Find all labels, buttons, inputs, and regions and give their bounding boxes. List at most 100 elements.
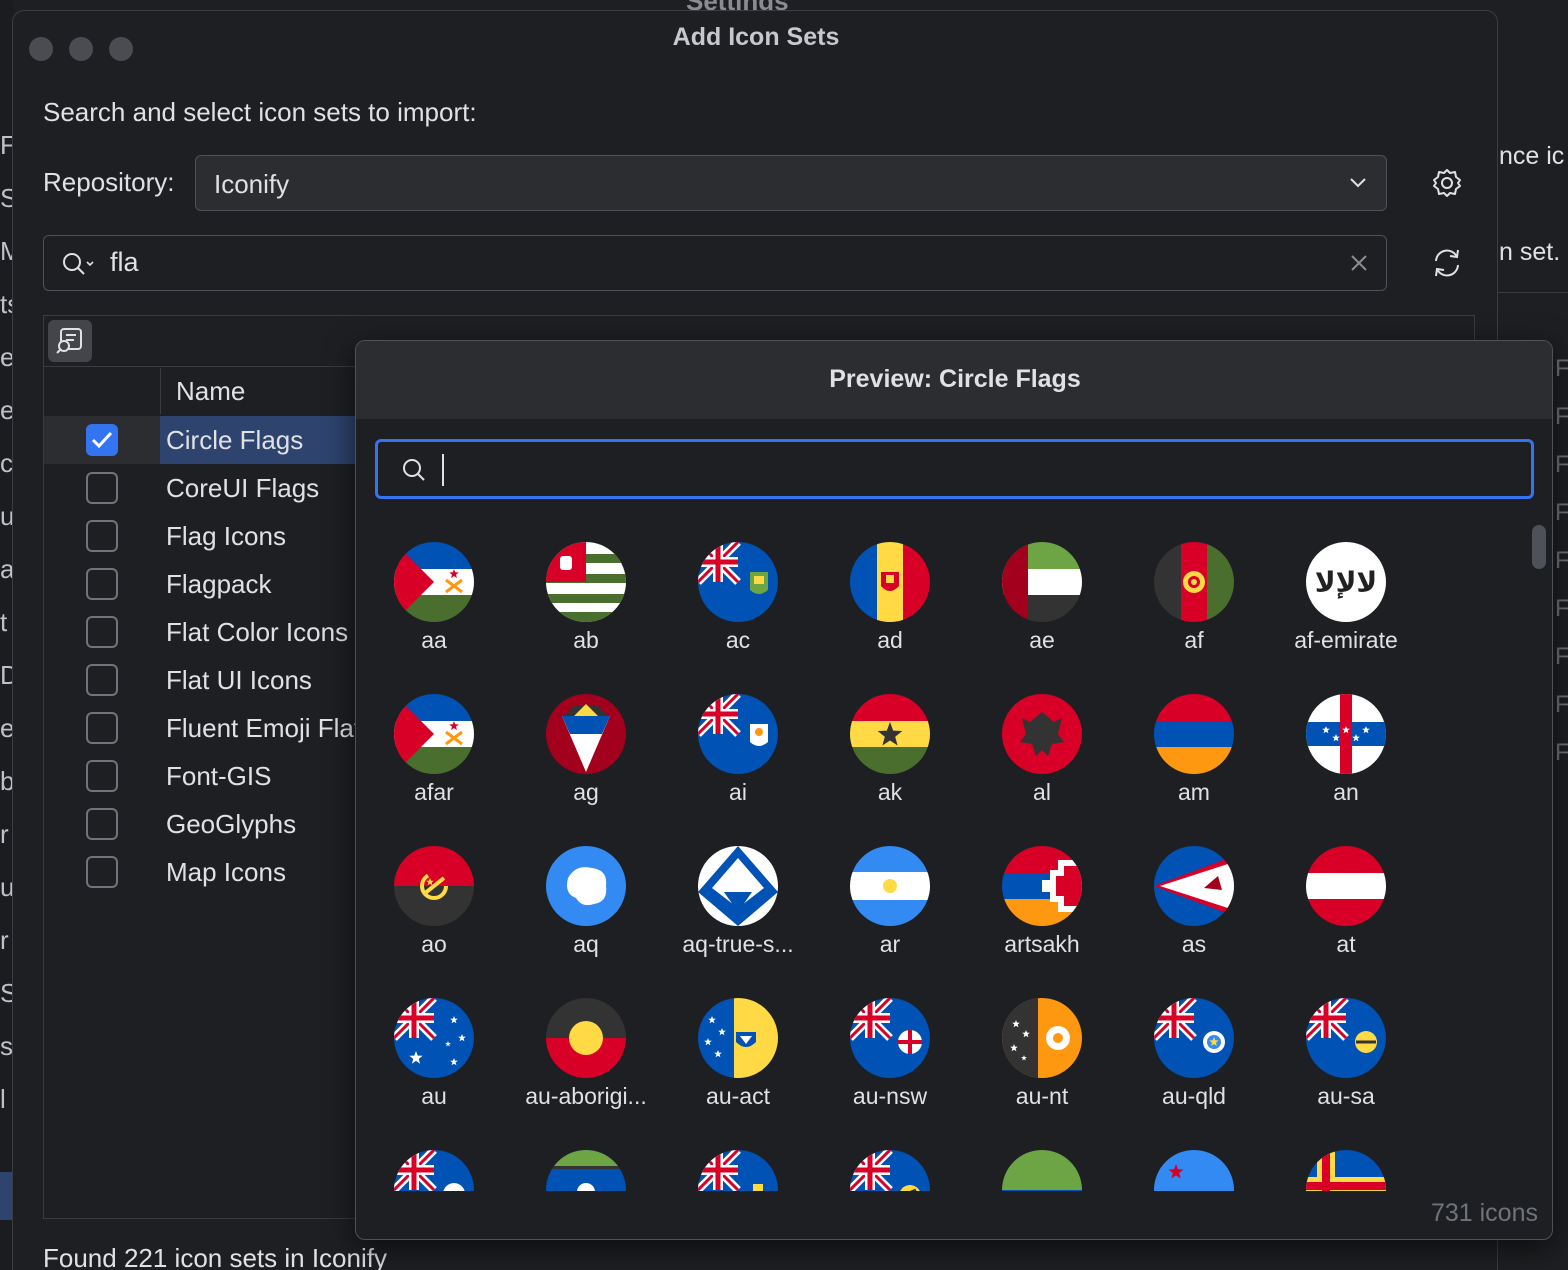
checkbox[interactable] xyxy=(86,568,118,600)
icon-preview-item[interactable]: afar xyxy=(358,679,510,831)
icon-preview-item[interactable]: au-aborigi... xyxy=(510,983,662,1135)
icon-name: au-act xyxy=(706,1083,770,1109)
icon-preview-item[interactable]: ar xyxy=(814,831,966,983)
icon-name: aq-true-s... xyxy=(682,931,794,957)
refresh-icon[interactable] xyxy=(1425,241,1469,285)
settings-list-fragment: Fa xyxy=(1555,691,1568,718)
icon-preview-item[interactable]: ﻻﻹﻻ af-emirate xyxy=(1270,527,1422,679)
checkbox[interactable] xyxy=(86,808,118,840)
icon-preview-item[interactable]: au-nt xyxy=(966,983,1118,1135)
icon-preview-item[interactable]: ae xyxy=(966,527,1118,679)
checkbox[interactable] xyxy=(86,520,118,552)
icon-preview-item[interactable]: af xyxy=(1118,527,1270,679)
icon-preview-item[interactable]: au-act xyxy=(662,983,814,1135)
icon-name: aq xyxy=(573,931,599,957)
checkbox[interactable] xyxy=(86,712,118,744)
flag-ar-icon xyxy=(850,846,930,926)
icon-preview-item[interactable]: aa xyxy=(358,527,510,679)
icon-preview-item[interactable]: at xyxy=(1270,831,1422,983)
preview-scrollbar[interactable] xyxy=(1532,525,1546,569)
icon-preview-item[interactable]: as xyxy=(1118,831,1270,983)
checkbox[interactable] xyxy=(86,616,118,648)
icon-name: ac xyxy=(725,627,751,653)
flag-an-icon xyxy=(1306,694,1386,774)
icon-preview-item[interactable]: artsakh xyxy=(966,831,1118,983)
column-header-name[interactable]: Name xyxy=(176,376,245,407)
flag-aw-blue-icon xyxy=(1154,1150,1234,1191)
icon-set-name: Font-GIS xyxy=(166,761,272,791)
flag-aa-icon xyxy=(394,694,474,774)
icon-name: ab xyxy=(573,627,599,653)
gear-icon[interactable] xyxy=(1425,161,1469,205)
settings-left-selection xyxy=(0,1172,12,1220)
flag-ag-icon xyxy=(546,694,626,774)
icon-preview-item[interactable]: au-nsw xyxy=(814,983,966,1135)
icon-set-name: Flagpack xyxy=(166,569,272,599)
flag-as-icon xyxy=(1154,846,1234,926)
svg-text:ﻻﻹﻻ: ﻻﻹﻻ xyxy=(1315,566,1378,599)
icon-set-name: Flat UI Icons xyxy=(166,665,312,695)
icon-preview-item[interactable] xyxy=(814,1135,966,1191)
flag-at-icon xyxy=(1306,846,1386,926)
icon-preview-item[interactable] xyxy=(662,1135,814,1191)
icon-set-search-input[interactable]: fla xyxy=(43,235,1387,291)
settings-list-fragment: Fa xyxy=(1555,739,1568,766)
icon-preview-item[interactable]: ab xyxy=(510,527,662,679)
icon-preview-item[interactable]: al xyxy=(966,679,1118,831)
icon-name: al xyxy=(1033,779,1051,805)
icon-preview-item[interactable] xyxy=(1270,1135,1422,1191)
icon-preview-item[interactable]: ao xyxy=(358,831,510,983)
icon-name: an xyxy=(1333,779,1359,805)
icon-preview-item[interactable]: au-qld xyxy=(1118,983,1270,1135)
search-value: fla xyxy=(110,247,139,277)
icon-preview-item[interactable]: aq xyxy=(510,831,662,983)
clear-search-icon[interactable] xyxy=(1348,252,1370,274)
icon-preview-item[interactable]: an xyxy=(1270,679,1422,831)
search-icon xyxy=(63,253,94,275)
flag-af-emirate-icon: ﻻﻹﻻ xyxy=(1306,542,1386,622)
flag-artsakh-icon xyxy=(1002,846,1082,926)
icon-preview-item[interactable]: ad xyxy=(814,527,966,679)
settings-right-divider xyxy=(1497,292,1568,293)
icon-preview-item[interactable] xyxy=(358,1135,510,1191)
icon-preview-item[interactable]: ai xyxy=(662,679,814,831)
icon-preview-item[interactable]: am xyxy=(1118,679,1270,831)
icon-preview-item[interactable]: au-sa xyxy=(1270,983,1422,1135)
icon-preview-item[interactable]: au xyxy=(358,983,510,1135)
icon-name: ad xyxy=(877,627,903,653)
flag-ae-icon xyxy=(1002,542,1082,622)
checkbox[interactable] xyxy=(86,856,118,888)
checkbox[interactable] xyxy=(86,472,118,504)
icon-preview-item[interactable]: aq-true-s... xyxy=(662,831,814,983)
flag-aa-icon xyxy=(394,542,474,622)
checkbox[interactable] xyxy=(86,424,118,456)
settings-nav-fragment: r xyxy=(0,925,9,955)
repository-select[interactable]: Iconify xyxy=(195,155,1387,211)
repository-value: Iconify xyxy=(214,169,290,199)
flag-al-icon xyxy=(1002,694,1082,774)
icon-name: ae xyxy=(1029,627,1055,653)
flag-ad-icon xyxy=(850,542,930,622)
preview-search-input[interactable] xyxy=(375,439,1534,499)
icon-preview-item[interactable]: ac xyxy=(662,527,814,679)
icon-name: au-nsw xyxy=(852,1083,928,1109)
preview-toggle-button[interactable] xyxy=(48,320,92,362)
icon-preview-item[interactable]: ak xyxy=(814,679,966,831)
checkbox[interactable] xyxy=(86,664,118,696)
icon-preview-item[interactable] xyxy=(966,1135,1118,1191)
icon-set-name: CoreUI Flags xyxy=(166,473,320,503)
icon-preview-item[interactable] xyxy=(1118,1135,1270,1191)
text-caret xyxy=(442,454,444,486)
icon-count: 731 icons xyxy=(1430,1199,1538,1227)
icon-preview-item[interactable]: ag xyxy=(510,679,662,831)
settings-list-fragment: Fa xyxy=(1555,355,1568,382)
flag-ak-icon xyxy=(850,694,930,774)
settings-nav-fragment: l xyxy=(0,1084,6,1114)
flag-ao-icon xyxy=(394,846,474,926)
checkbox[interactable] xyxy=(86,760,118,792)
icon-name: au-sa xyxy=(1317,1083,1375,1109)
icon-preview-item[interactable] xyxy=(510,1135,662,1191)
icon-name: au xyxy=(421,1083,447,1109)
icon-set-name: Map Icons xyxy=(166,857,286,887)
instruction-text: Search and select icon sets to import: xyxy=(43,97,477,127)
